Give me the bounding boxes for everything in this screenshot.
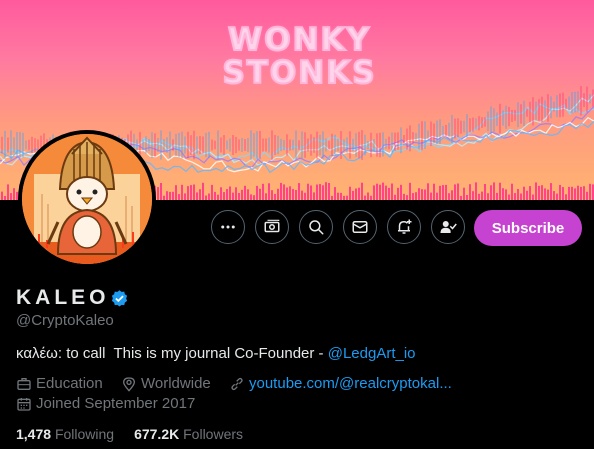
tips-button[interactable] — [255, 210, 289, 244]
link-icon — [231, 377, 243, 390]
mail-icon — [352, 221, 368, 233]
notifications-button[interactable] — [387, 210, 421, 244]
location-label: Worldwide — [141, 375, 211, 392]
profile-location: Worldwide — [121, 375, 211, 392]
profile-category: Education — [16, 375, 103, 392]
money-icon — [264, 219, 280, 233]
followers-stat[interactable]: 677.2K Followers — [134, 426, 243, 442]
banner-title: WONKY STONKS — [212, 22, 387, 91]
person-check-icon — [440, 221, 457, 233]
search-icon — [309, 220, 324, 235]
location-pin-icon — [122, 376, 136, 392]
message-button[interactable] — [343, 210, 377, 244]
following-stat[interactable]: 1,478 Following — [16, 426, 114, 442]
follow-stats: 1,478 Following 677.2K Followers — [16, 426, 243, 442]
banner-title-line1: WONKY — [227, 22, 371, 58]
bell-plus-icon — [398, 219, 412, 234]
category-label: Education — [36, 375, 103, 392]
followers-label: Followers — [183, 426, 244, 442]
website-link[interactable]: youtube.com/@realcryptokal... — [249, 375, 452, 392]
subscribe-button[interactable]: Subscribe — [474, 210, 582, 246]
profile-joined: Joined September 2017 — [16, 395, 195, 412]
banner-title-line2: STONKS — [221, 55, 377, 91]
followers-count: 677.2K — [134, 426, 180, 442]
following-count: 1,478 — [16, 426, 52, 442]
verified-badge-icon[interactable] — [110, 289, 129, 308]
more-button[interactable] — [211, 210, 245, 244]
joined-label: Joined September 2017 — [36, 395, 196, 412]
profile-bio: καλέω: to call This is my journal Co-Fou… — [16, 345, 416, 362]
bio-text: καλέω: to call This is my journal Co-Fou… — [16, 345, 328, 362]
following-button[interactable] — [431, 210, 465, 244]
profile-name: KALEO — [16, 286, 110, 309]
profile-handle: @CryptoKaleo — [16, 312, 114, 329]
bio-mention-link[interactable]: @LedgArt_io — [328, 345, 416, 362]
following-label: Following — [54, 426, 115, 442]
profile-website[interactable]: youtube.com/@realcryptokal... — [229, 375, 452, 392]
more-icon — [221, 225, 235, 229]
penguin-warrior-avatar-art — [22, 134, 152, 264]
avatar[interactable] — [18, 130, 156, 268]
calendar-icon — [17, 397, 31, 411]
briefcase-icon — [17, 377, 31, 390]
search-button[interactable] — [299, 210, 333, 244]
profile-name-row: KALEO — [16, 286, 129, 310]
